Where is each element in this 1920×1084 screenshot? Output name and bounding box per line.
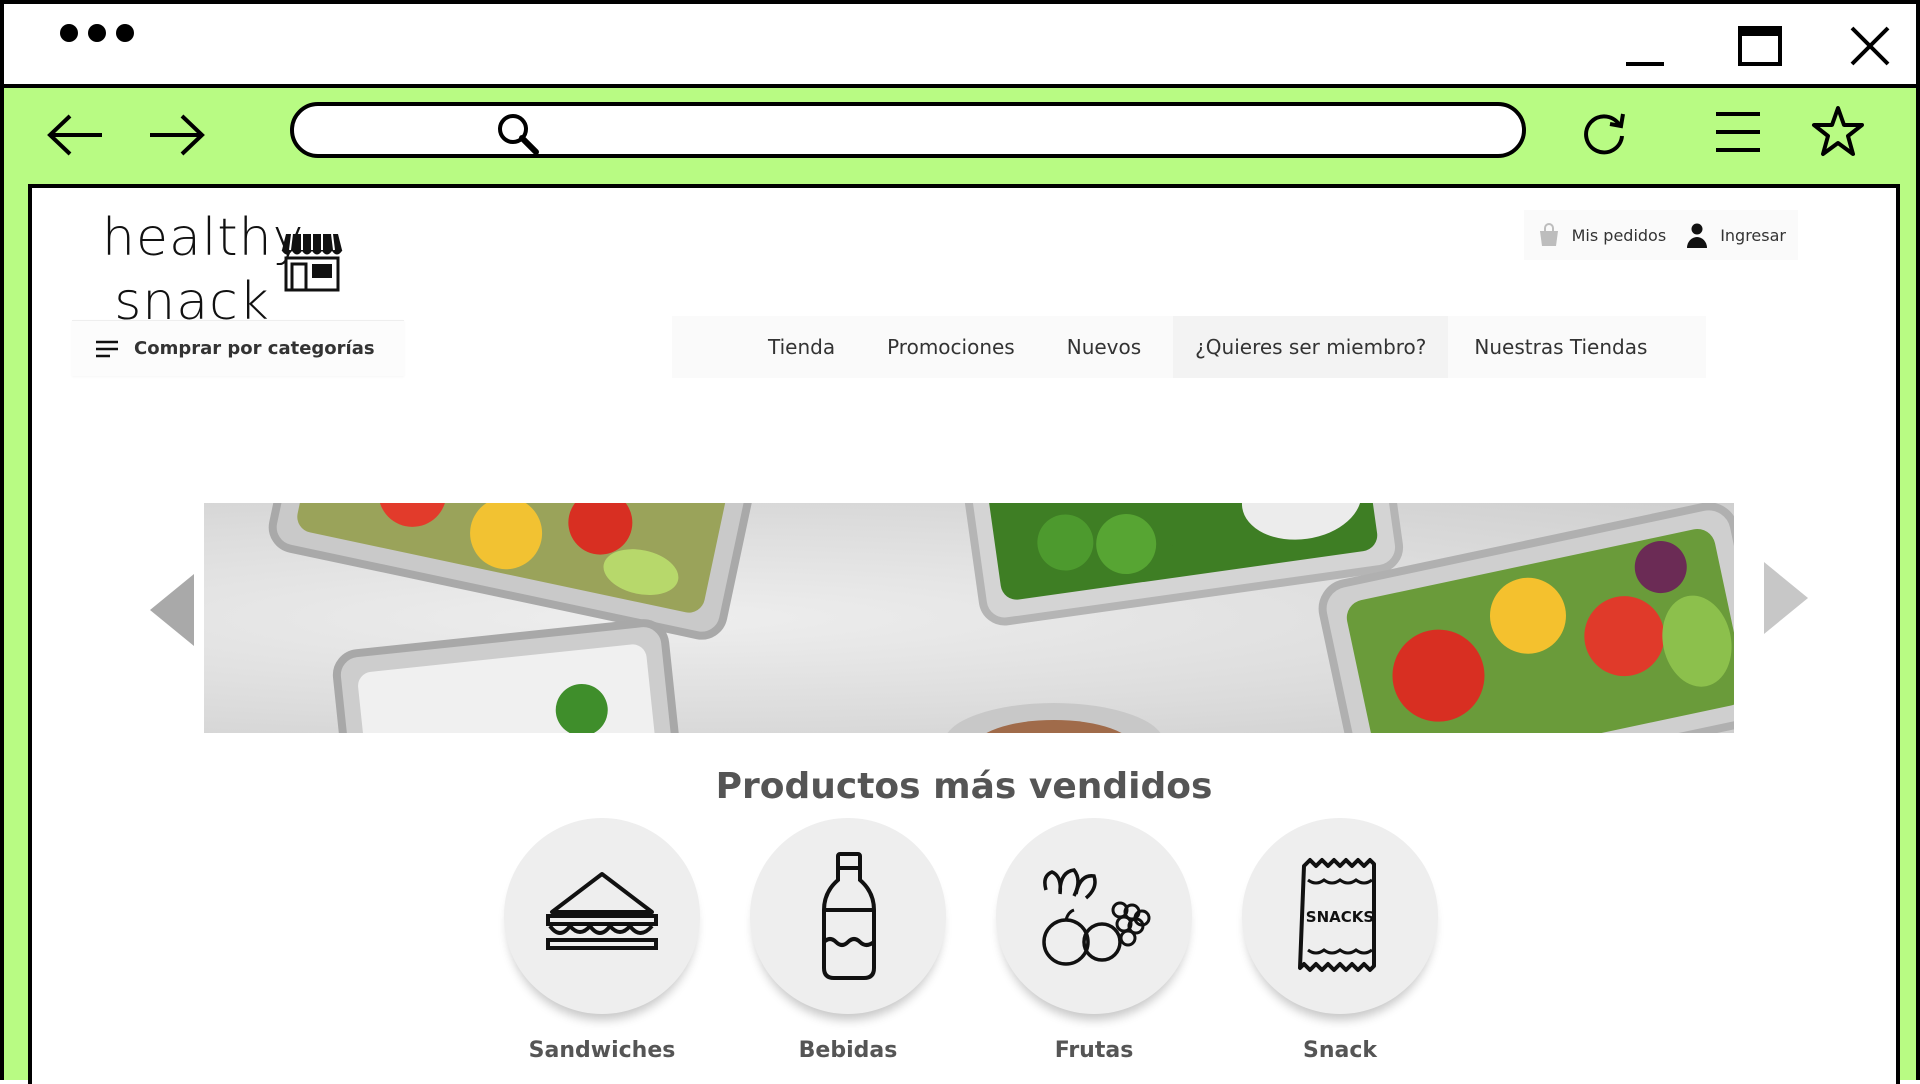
product-circle[interactable]: SNACKS	[1242, 818, 1438, 1014]
product-card-snack[interactable]: SNACKS Snack	[1242, 818, 1438, 1063]
carousel-prev-icon[interactable]	[150, 574, 200, 646]
dot-icon	[88, 24, 106, 42]
menu-item-promociones[interactable]: Promociones	[861, 335, 1041, 359]
page-viewport: healthy snack Mis pedidos Ingresar Compr…	[28, 184, 1900, 1084]
section-title: Productos más vendidos	[715, 766, 1213, 807]
hero-banner-image	[204, 503, 1734, 733]
categories-dropdown[interactable]: Comprar por categorías	[72, 320, 404, 376]
browser-toolbar: healthy snack Mis pedidos Ingresar Compr…	[4, 88, 1916, 1084]
star-icon[interactable]	[1810, 104, 1866, 160]
header-links: Mis pedidos Ingresar	[1523, 210, 1798, 260]
main-menu: Tienda Promociones Nuevos ¿Quieres ser m…	[672, 316, 1706, 378]
window-dots	[60, 24, 134, 42]
user-icon	[1687, 223, 1708, 248]
product-label: Snack	[1302, 1038, 1378, 1063]
login-label: Ingresar	[1720, 225, 1786, 245]
product-card-sandwiches[interactable]: Sandwiches	[504, 818, 700, 1063]
product-card-frutas[interactable]: Frutas	[996, 818, 1192, 1063]
reload-icon[interactable]	[1576, 104, 1632, 160]
product-label: Frutas	[1054, 1038, 1134, 1063]
bottle-icon	[822, 852, 876, 980]
list-icon	[96, 340, 118, 357]
login-link[interactable]: Ingresar	[1684, 222, 1786, 248]
product-circle[interactable]	[504, 818, 700, 1014]
forward-arrow-icon[interactable]	[140, 110, 210, 160]
menu-item-stores[interactable]: Nuestras Tiendas	[1448, 335, 1673, 359]
menu-item-tienda[interactable]: Tienda	[742, 335, 861, 359]
product-circle[interactable]	[750, 818, 946, 1014]
store-icon	[280, 230, 344, 292]
my-orders-link[interactable]: Mis pedidos	[1536, 222, 1667, 248]
fruits-icon	[1042, 868, 1151, 966]
sandwich-icon	[546, 872, 658, 950]
shopping-bag-icon	[1539, 223, 1558, 246]
snacks-bag-text: SNACKS	[1306, 908, 1374, 926]
menu-item-nuevos[interactable]: Nuevos	[1041, 335, 1167, 359]
maximize-icon[interactable]	[1734, 20, 1786, 72]
title-bar	[4, 4, 1916, 88]
dot-icon	[116, 24, 134, 42]
product-circle[interactable]	[996, 818, 1192, 1014]
dot-icon	[60, 24, 78, 42]
my-orders-label: Mis pedidos	[1571, 225, 1667, 245]
minimize-icon[interactable]	[1618, 20, 1670, 72]
categories-label: Comprar por categorías	[134, 338, 375, 359]
logo-line-1: healthy	[102, 208, 305, 268]
browser-window: healthy snack Mis pedidos Ingresar Compr…	[0, 0, 1920, 1084]
site-logo[interactable]: healthy snack	[102, 206, 305, 334]
close-icon[interactable]	[1844, 20, 1896, 72]
search-icon[interactable]	[494, 110, 542, 158]
back-arrow-icon[interactable]	[42, 110, 112, 160]
address-bar[interactable]	[290, 102, 1526, 158]
carousel-next-icon[interactable]	[1760, 562, 1810, 634]
product-card-bebidas[interactable]: Bebidas	[750, 818, 946, 1063]
menu-icon[interactable]	[1710, 104, 1766, 160]
product-categories: Sandwiches Bebidas Frutas SNACKS Snack	[504, 818, 1438, 1063]
menu-item-member[interactable]: ¿Quieres ser miembro?	[1173, 316, 1449, 378]
product-label: Sandwiches	[528, 1038, 676, 1063]
product-label: Bebidas	[798, 1038, 898, 1063]
snacks-bag-icon: SNACKS	[1298, 858, 1376, 972]
